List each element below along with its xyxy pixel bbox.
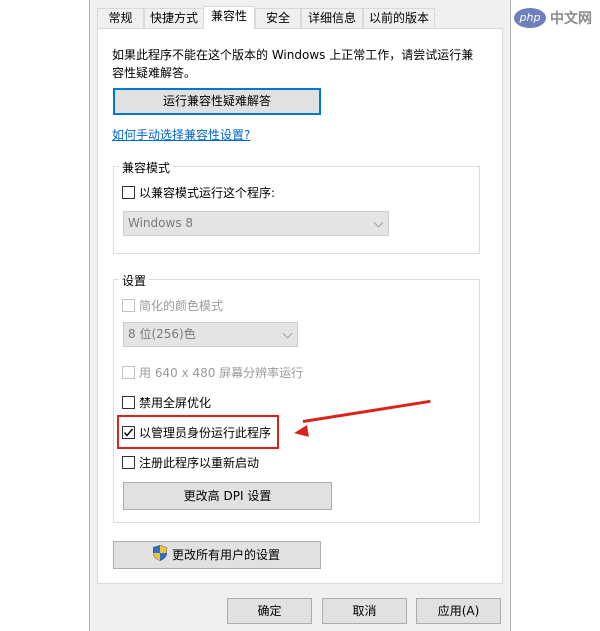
compat-mode-checkbox[interactable] [122, 186, 135, 199]
ok-button[interactable]: 确定 [227, 598, 312, 624]
php-logo-icon: php [514, 8, 546, 28]
os-version-value: Windows 8 [128, 216, 194, 230]
change-dpi-button[interactable]: 更改高 DPI 设置 [123, 482, 332, 510]
reduced-color-checkbox[interactable] [122, 299, 135, 312]
compat-mode-group [113, 166, 480, 254]
watermark: php 中文网 [514, 8, 592, 28]
highlight-box [117, 415, 279, 449]
low-res-checkbox[interactable] [122, 366, 135, 379]
compat-mode-label: 以兼容模式运行这个程序: [139, 186, 276, 200]
os-version-select[interactable]: Windows 8 [123, 211, 389, 236]
register-restart-label: 注册此程序以重新启动 [139, 456, 260, 470]
low-res-label: 用 640 x 480 屏幕分辨率运行 [139, 366, 304, 380]
tab-bar: 常规 快捷方式 兼容性 安全 详细信息 以前的版本 [97, 6, 507, 29]
tab-compatibility[interactable]: 兼容性 [203, 6, 255, 29]
register-restart-checkbox[interactable] [122, 456, 135, 469]
color-mode-value: 8 位(256)色 [128, 327, 196, 341]
disable-fullscreen-label: 禁用全屏优化 [139, 396, 212, 410]
manual-settings-link[interactable]: 如何手动选择兼容性设置? [112, 126, 250, 143]
tab-details[interactable]: 详细信息 [301, 8, 363, 28]
reduced-color-label: 简化的颜色模式 [139, 299, 224, 313]
all-users-settings-button[interactable]: 更改所有用户的设置 [113, 541, 321, 569]
arrow-left-icon [293, 424, 309, 440]
color-mode-select[interactable]: 8 位(256)色 [123, 322, 298, 347]
apply-button[interactable]: 应用(A) [416, 598, 501, 624]
uac-shield-icon [153, 545, 167, 561]
tab-security[interactable]: 安全 [255, 8, 301, 28]
tab-general[interactable]: 常规 [97, 8, 144, 28]
run-troubleshooter-button[interactable]: 运行兼容性疑难解答 [113, 88, 321, 115]
settings-title: 设置 [119, 272, 150, 289]
chevron-down-icon [282, 328, 293, 339]
disable-fullscreen-checkbox[interactable] [122, 396, 135, 409]
tab-previous-versions[interactable]: 以前的版本 [363, 8, 435, 28]
cancel-button[interactable]: 取消 [322, 598, 407, 624]
intro-text: 如果此程序不能在这个版本的 Windows 上正常工作，请尝试运行兼容性疑难解答… [112, 48, 474, 80]
tab-shortcut[interactable]: 快捷方式 [144, 8, 204, 28]
compat-mode-title: 兼容模式 [119, 159, 174, 176]
chevron-down-icon [373, 217, 384, 228]
watermark-text: 中文网 [550, 11, 592, 27]
